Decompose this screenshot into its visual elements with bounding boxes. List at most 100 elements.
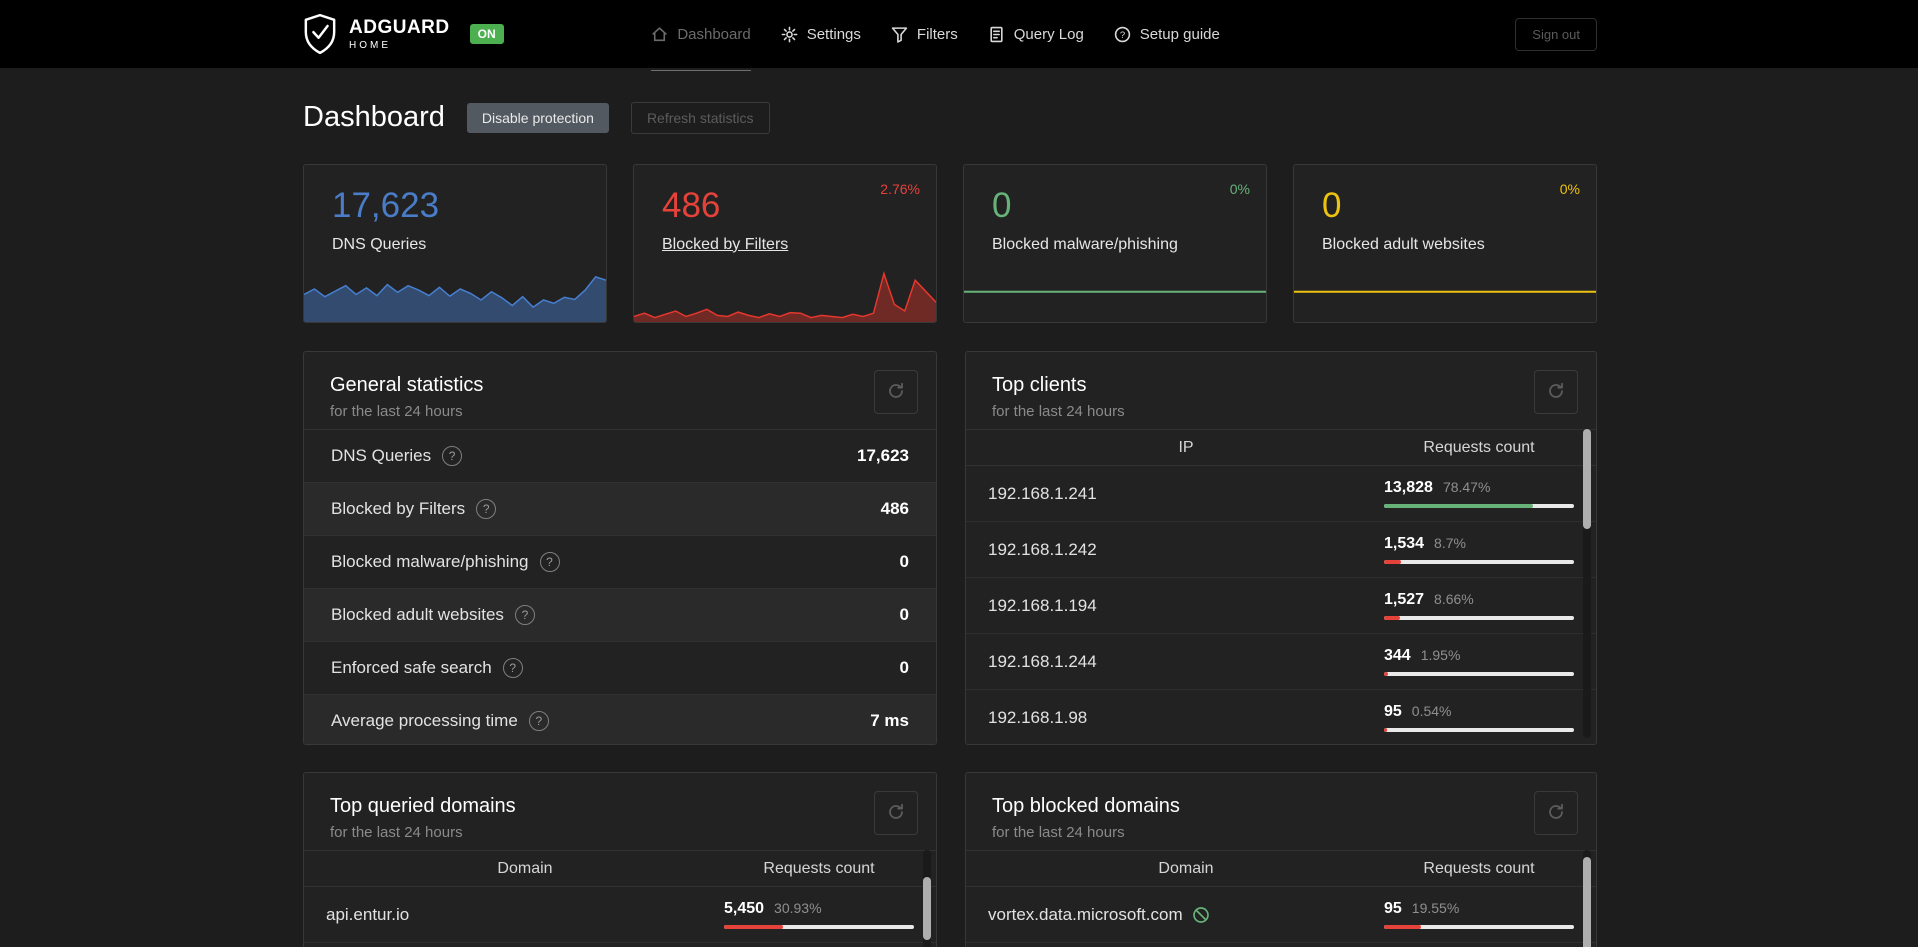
requests-count-cell: 1,534 8.7% <box>1384 535 1574 564</box>
count-bar <box>1384 672 1574 676</box>
stat-label: Enforced safe search? <box>331 658 523 678</box>
blocked-adult-label: Blocked adult websites <box>1322 235 1485 253</box>
requests-count-cell: 95 0.54% <box>1384 703 1574 732</box>
count-percent: 19.55% <box>1411 900 1460 916</box>
shield-logo-icon <box>303 13 337 55</box>
top-clients-header: IP Requests count <box>966 429 1596 466</box>
svg-text:?: ? <box>1120 29 1125 40</box>
top-clients-title: Top clients <box>992 374 1087 396</box>
nav-label: Settings <box>806 25 861 43</box>
count-value: 13,828 <box>1384 479 1433 496</box>
refresh-widget-button[interactable] <box>874 791 918 835</box>
blocked-adult-value: 0 <box>1322 186 1342 225</box>
top-queried-title: Top queried domains <box>330 795 516 817</box>
help-icon[interactable]: ? <box>514 605 535 625</box>
dashboard-page: Dashboard Disable protection Refresh sta… <box>303 68 1597 947</box>
stat-value: 0 <box>899 658 909 677</box>
requests-count-cell: 95 19.55% <box>1384 900 1574 929</box>
table-row: vortex.data.microsoft.com 95 19.55% <box>966 887 1596 943</box>
stat-value: 0 <box>899 605 909 624</box>
sign-out-button[interactable]: Sign out <box>1515 17 1597 51</box>
refresh-icon <box>1547 382 1565 403</box>
help-icon: ? <box>1114 26 1131 43</box>
blocked-filters-link[interactable]: Blocked by Filters <box>662 236 936 254</box>
refresh-statistics-button[interactable]: Refresh statistics <box>630 101 770 134</box>
column-header-requests: Requests count <box>1423 859 1535 877</box>
refresh-icon <box>887 382 905 403</box>
disable-protection-button[interactable]: Disable protection <box>466 102 609 133</box>
table-row: api.entur.io 5,450 30.93% <box>304 887 936 943</box>
count-percent: 0.54% <box>1411 703 1452 719</box>
stat-cards: 17,623 DNS Queries 2.76% 486 Blocked by … <box>303 164 1597 323</box>
blocked-filters-sparkline <box>634 267 936 322</box>
count-bar <box>1384 504 1574 508</box>
count-percent: 30.93% <box>774 900 822 916</box>
help-icon[interactable]: ? <box>528 711 549 731</box>
column-header-domain: Domain <box>497 859 553 877</box>
nav-item-query-log[interactable]: Query Log <box>988 0 1084 68</box>
queried-domain: api.entur.io <box>326 904 410 924</box>
page-head: Dashboard Disable protection Refresh sta… <box>303 101 1597 134</box>
count-percent: 8.7% <box>1434 535 1466 551</box>
stat-row: Blocked by Filters? 486 <box>304 482 936 535</box>
stat-value: 7 ms <box>870 711 909 730</box>
column-header-ip: IP <box>1178 438 1194 456</box>
top-clients-card: Top clients for the last 24 hours IP Req… <box>965 351 1597 745</box>
table-row: 192.168.1.98 95 0.54% <box>966 690 1596 744</box>
card-blocked-malware: 0% 0 Blocked malware/phishing <box>963 164 1267 323</box>
help-icon[interactable]: ? <box>502 658 523 678</box>
refresh-widget-button[interactable] <box>1534 791 1578 835</box>
refresh-widget-button[interactable] <box>1534 370 1578 414</box>
client-ip: 192.168.1.194 <box>988 595 1097 615</box>
help-icon[interactable]: ? <box>539 552 560 572</box>
blocked-malware-label: Blocked malware/phishing <box>992 235 1178 253</box>
card-dns-queries: 17,623 DNS Queries <box>303 164 607 323</box>
scrollbar-track[interactable] <box>923 850 931 947</box>
top-queried-body: api.entur.io 5,450 30.93% <box>304 887 936 943</box>
nav-item-filters[interactable]: Filters <box>891 0 958 68</box>
client-ip: 192.168.1.242 <box>988 539 1097 559</box>
scrollbar-thumb[interactable] <box>1583 429 1591 529</box>
table-row: 192.168.1.194 1,527 8.66% <box>966 578 1596 634</box>
blocked-malware-value: 0 <box>992 186 1012 225</box>
nav-label: Setup guide <box>1139 25 1220 43</box>
stat-label: Blocked adult websites? <box>331 605 535 625</box>
stat-value: 486 <box>880 499 909 518</box>
nav-item-settings[interactable]: Settings <box>781 0 861 68</box>
refresh-widget-button[interactable] <box>874 370 918 414</box>
page-title: Dashboard <box>303 101 445 133</box>
scrollbar-thumb[interactable] <box>1583 857 1591 947</box>
refresh-icon <box>887 803 905 824</box>
brand-subtitle: HOME <box>349 39 391 51</box>
widgets-row-2: Top queried domains for the last 24 hour… <box>303 772 1597 947</box>
stat-row: Blocked adult websites? 0 <box>304 588 936 641</box>
scrollbar-track[interactable] <box>1583 429 1591 738</box>
stat-value: 0 <box>899 552 909 571</box>
nav-item-dashboard[interactable]: Dashboard <box>651 0 752 71</box>
top-clients-subtitle: for the last 24 hours <box>992 403 1125 420</box>
scrollbar-thumb[interactable] <box>923 877 931 940</box>
blocked-adult-sparkline <box>1294 267 1596 322</box>
card-blocked-adult: 0% 0 Blocked adult websites <box>1293 164 1597 323</box>
top-queried-domains-card: Top queried domains for the last 24 hour… <box>303 772 937 947</box>
count-value: 1,527 <box>1384 591 1425 608</box>
widgets-row-1: General statistics for the last 24 hours… <box>303 351 1597 745</box>
nav-item-setup-guide[interactable]: ? Setup guide <box>1114 0 1220 68</box>
client-ip: 192.168.1.244 <box>988 651 1097 671</box>
blocked-malware-sparkline <box>964 267 1266 322</box>
help-icon[interactable]: ? <box>442 446 463 466</box>
protection-status-badge: ON <box>469 24 504 44</box>
table-row: 192.168.1.241 13,828 78.47% <box>966 466 1596 522</box>
help-icon[interactable]: ? <box>476 499 497 519</box>
client-ip: 192.168.1.241 <box>988 483 1097 503</box>
top-blocked-header: Domain Requests count <box>966 850 1596 887</box>
top-blocked-body: vortex.data.microsoft.com 95 19.55% <box>966 887 1596 943</box>
stat-label: Average processing time? <box>331 711 549 731</box>
dashboard-icon <box>651 26 668 43</box>
count-value: 344 <box>1384 647 1411 664</box>
adguard-home-logo[interactable]: ADGUARD HOME ON <box>303 13 504 55</box>
column-header-requests: Requests count <box>1423 438 1535 456</box>
scrollbar-track[interactable] <box>1583 850 1591 947</box>
count-bar <box>1384 728 1574 732</box>
blocked-filters-value: 486 <box>662 186 721 225</box>
